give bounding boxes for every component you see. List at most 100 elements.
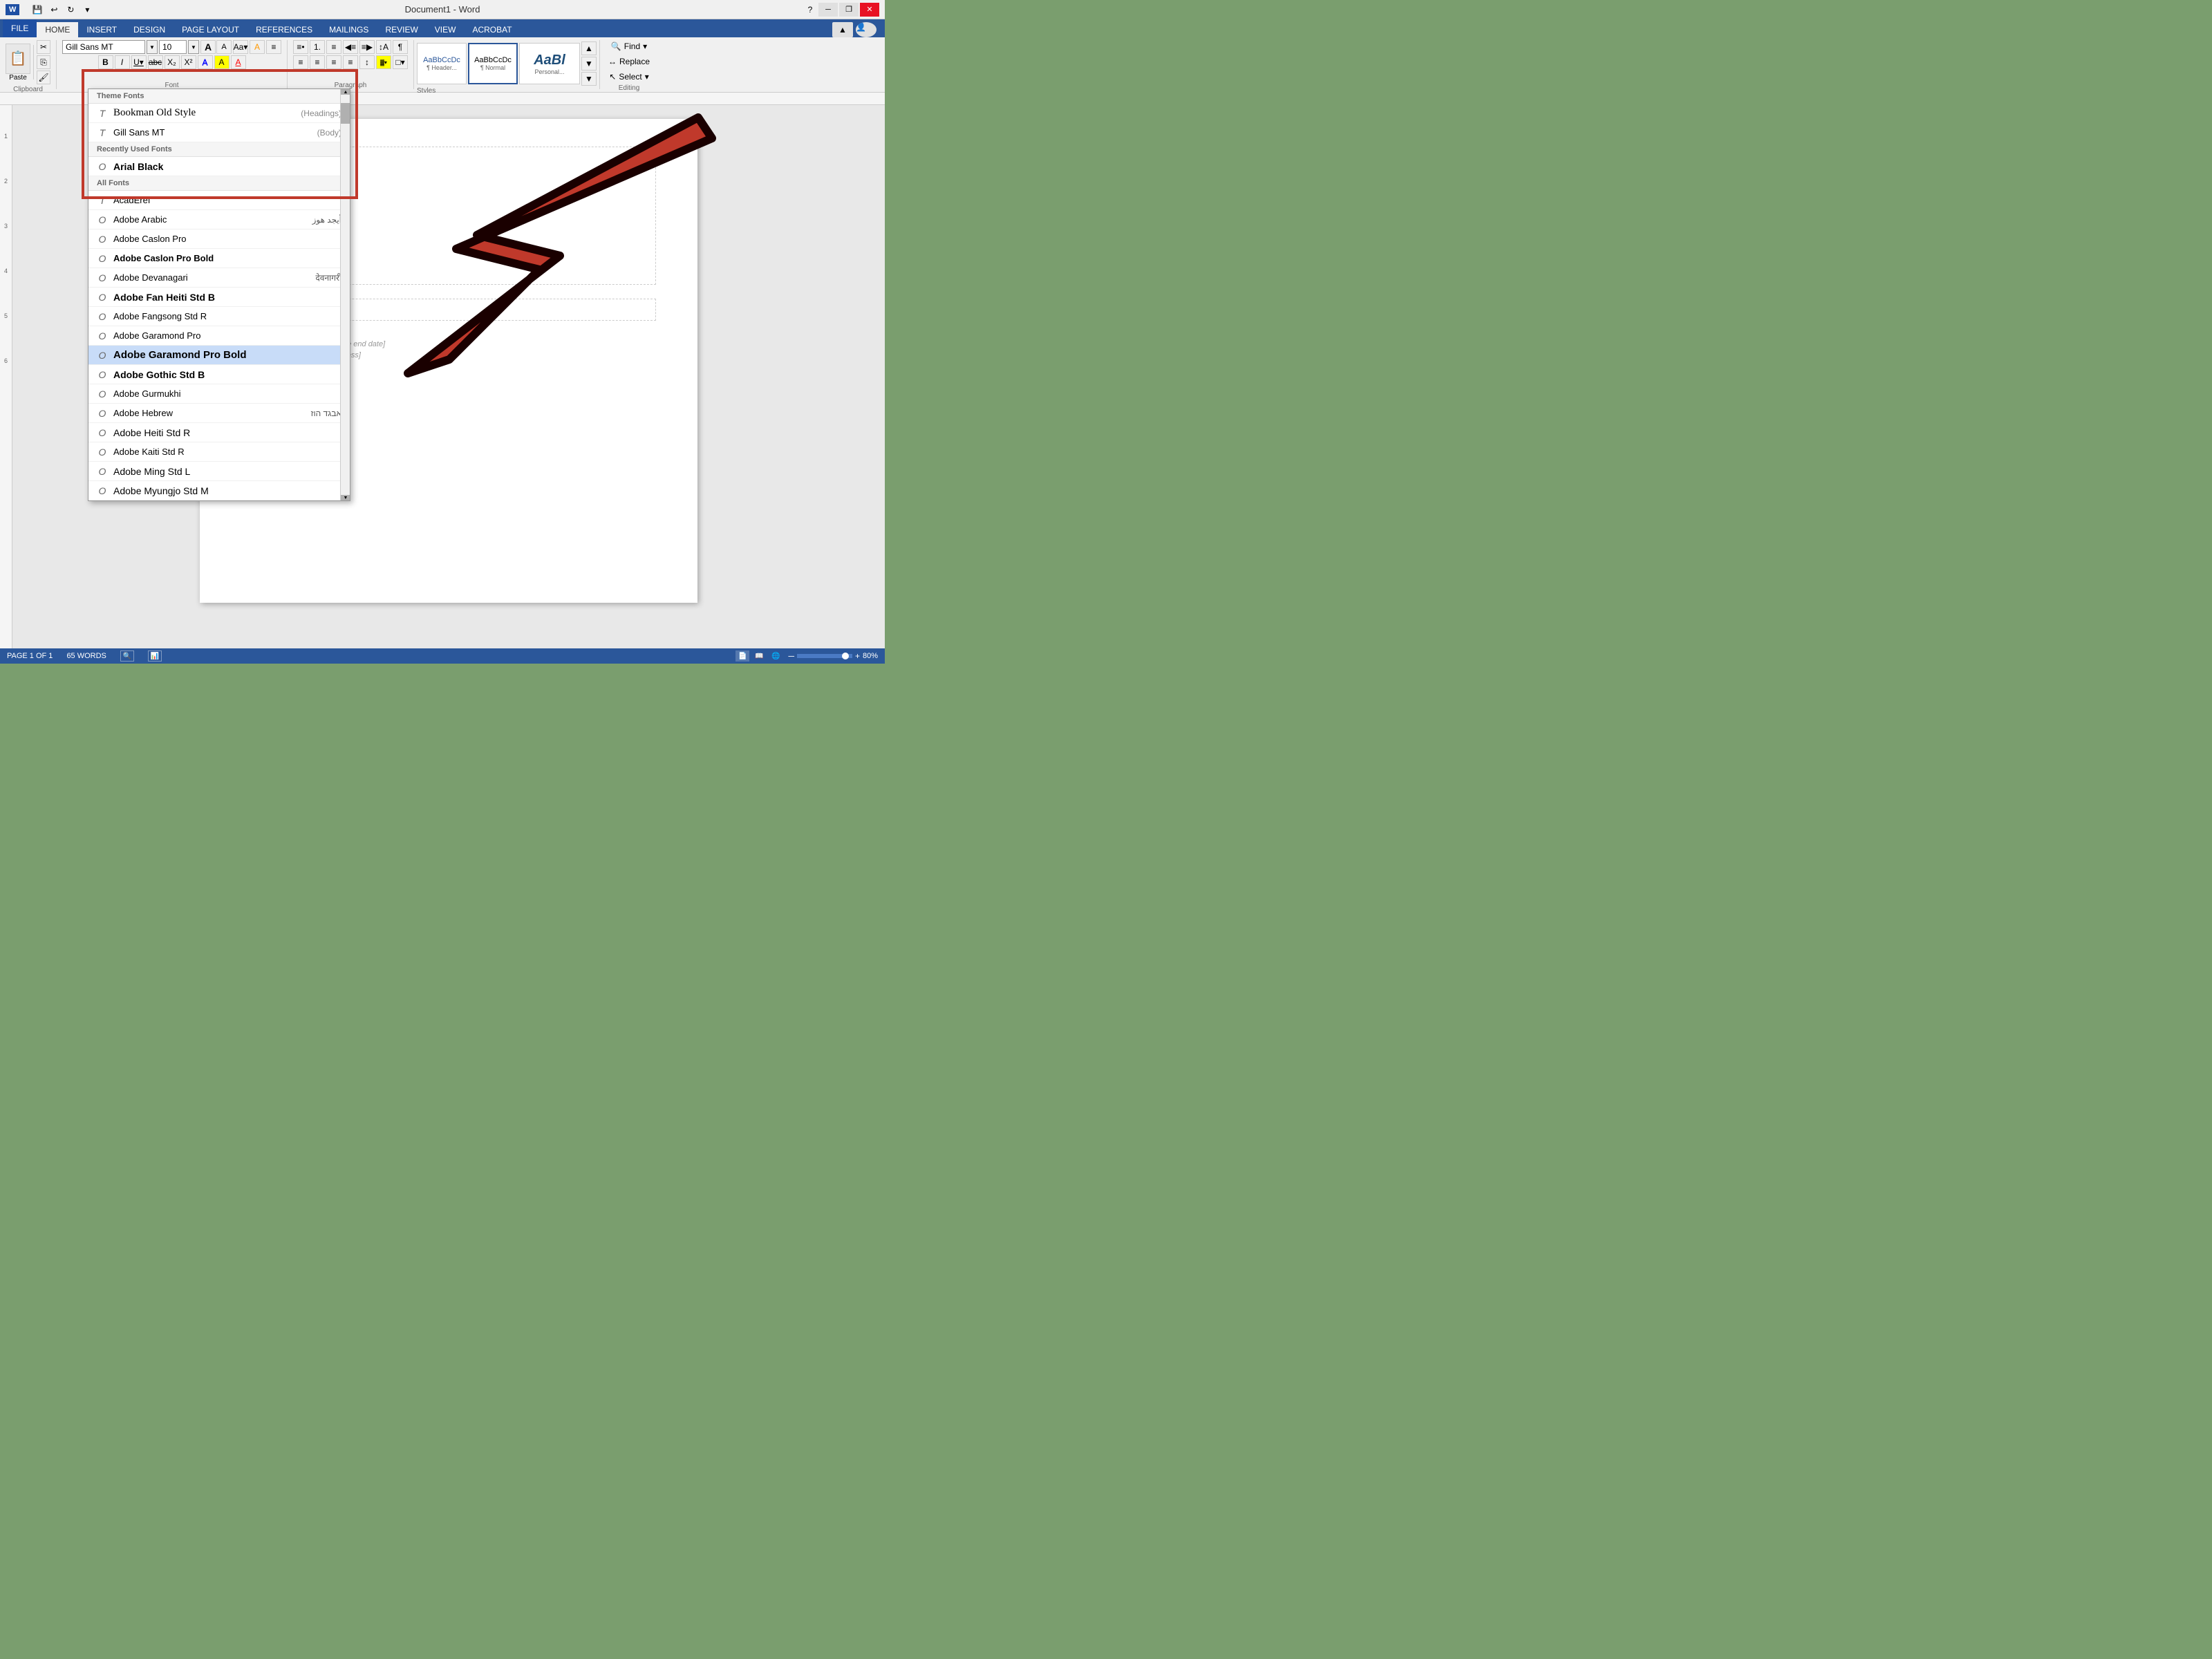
paste-button[interactable]: 📋 Paste bbox=[6, 44, 30, 82]
user-avatar[interactable]: 👤 bbox=[856, 22, 877, 37]
center-button[interactable]: ≡ bbox=[310, 55, 325, 69]
show-marks-button[interactable]: ¶ bbox=[393, 40, 408, 54]
multilevel-list-button[interactable]: ≡ bbox=[326, 40, 341, 54]
borders-button[interactable]: □▾ bbox=[393, 55, 408, 69]
font-item-adobe-caslon[interactable]: O Adobe Caslon Pro bbox=[88, 229, 350, 249]
zoom-slider[interactable] bbox=[797, 654, 852, 658]
cut-button[interactable]: ✂ bbox=[37, 40, 50, 54]
replace-button[interactable]: ↔ Replace bbox=[606, 55, 653, 68]
dropdown-scrollbar[interactable]: ▲ ▼ bbox=[340, 89, 350, 500]
text-highlight-button[interactable]: A bbox=[214, 55, 229, 69]
tab-design[interactable]: DESIGN bbox=[125, 22, 174, 37]
italic-button[interactable]: I bbox=[115, 55, 130, 69]
font-item-adobe-garamond-bold[interactable]: O Adobe Garamond Pro Bold bbox=[88, 346, 350, 365]
undo-button[interactable]: ↩ bbox=[47, 3, 61, 17]
font-item-arial-black[interactable]: O Arial Black bbox=[88, 157, 350, 176]
styles-scroll-down[interactable]: ▼ bbox=[581, 57, 597, 71]
font-item-adobe-garamond[interactable]: O Adobe Garamond Pro bbox=[88, 326, 350, 346]
word-count-button[interactable]: 📊 bbox=[148, 650, 162, 662]
styles-scroll-up[interactable]: ▲ bbox=[581, 41, 597, 55]
font-item-adobe-devanagari[interactable]: O Adobe Devanagari देवनागरी bbox=[88, 268, 350, 288]
tab-review[interactable]: REVIEW bbox=[377, 22, 426, 37]
zoom-in-button[interactable]: + bbox=[855, 651, 860, 661]
tab-insert[interactable]: INSERT bbox=[78, 22, 125, 37]
web-layout-button[interactable]: 🌐 bbox=[769, 650, 782, 662]
save-button[interactable]: 💾 bbox=[30, 3, 44, 17]
zoom-out-button[interactable]: ─ bbox=[788, 651, 794, 661]
help-button[interactable]: ? bbox=[803, 3, 817, 17]
strikethrough-button[interactable]: abc bbox=[148, 55, 163, 69]
select-icon: ↖ bbox=[609, 72, 616, 82]
font-item-adobe-fangsong[interactable]: O Adobe Fangsong Std R bbox=[88, 307, 350, 326]
subscript-button[interactable]: X₂ bbox=[165, 55, 180, 69]
tab-page-layout[interactable]: PAGE LAYOUT bbox=[174, 22, 247, 37]
ribbon-collapse-button[interactable]: ▲ bbox=[832, 22, 853, 37]
tab-view[interactable]: VIEW bbox=[427, 22, 465, 37]
bold-button[interactable]: B bbox=[98, 55, 113, 69]
tab-file[interactable]: FILE bbox=[3, 19, 37, 37]
minimize-button[interactable]: ─ bbox=[818, 3, 838, 17]
font-item-adobe-ming[interactable]: O Adobe Ming Std L bbox=[88, 462, 350, 481]
side-ruler: 123456 bbox=[0, 105, 12, 648]
font-color-button[interactable]: A bbox=[231, 55, 246, 69]
bullet-list-button[interactable]: ≡• bbox=[293, 40, 308, 54]
justify-button[interactable]: ≡ bbox=[343, 55, 358, 69]
font-item-adobe-gothic[interactable]: O Adobe Gothic Std B bbox=[88, 365, 350, 384]
shading-button[interactable]: ▓▾ bbox=[376, 55, 391, 69]
font-item-bookman[interactable]: T Bookman Old Style (Headings) bbox=[88, 104, 350, 123]
numbered-list-button[interactable]: 1. bbox=[310, 40, 325, 54]
line-spacing-button[interactable]: ↕ bbox=[359, 55, 375, 69]
name-adobe-kaiti: Adobe Kaiti Std R bbox=[113, 447, 341, 457]
align-left-button[interactable]: ≡ bbox=[293, 55, 308, 69]
style-header-box[interactable]: AaBbCcDc ¶ Header... bbox=[417, 43, 467, 84]
decrease-indent-button[interactable]: ◀≡ bbox=[343, 40, 358, 54]
redo-button[interactable]: ↻ bbox=[64, 3, 77, 17]
font-name-dropdown[interactable]: ▼ bbox=[147, 40, 158, 54]
font-size-input[interactable] bbox=[159, 40, 187, 54]
font-item-adobe-gurmukhi[interactable]: O Adobe Gurmukhi bbox=[88, 384, 350, 404]
find-button[interactable]: 🔍 Find ▾ bbox=[608, 40, 650, 53]
font-item-adobe-caslon-bold[interactable]: O Adobe Caslon Pro Bold bbox=[88, 249, 350, 268]
tab-acrobat[interactable]: ACROBAT bbox=[464, 22, 520, 37]
font-item-adobe-myungjo[interactable]: O Adobe Myungjo Std M bbox=[88, 481, 350, 500]
font-item-adobe-arabic[interactable]: O Adobe Arabic أيجد هوز bbox=[88, 210, 350, 229]
font-item-adobe-heiti[interactable]: O Adobe Heiti Std R bbox=[88, 423, 350, 442]
copy-button[interactable]: ⎘ bbox=[37, 55, 50, 69]
underline-button[interactable]: U▾ bbox=[131, 55, 147, 69]
scroll-down-btn[interactable]: ▼ bbox=[341, 495, 350, 500]
font-item-acadef[interactable]: T AcadEref bbox=[88, 191, 350, 210]
font-item-adobe-hebrew[interactable]: O Adobe Hebrew אבגד הוז bbox=[88, 404, 350, 423]
styles-more[interactable]: ▼ bbox=[581, 72, 597, 86]
increase-indent-button[interactable]: ≡▶ bbox=[359, 40, 375, 54]
align-right-button[interactable]: ≡ bbox=[326, 55, 341, 69]
font-list-scroll[interactable]: T AcadEref O Adobe Arabic أيجد هوز O Ado… bbox=[88, 191, 350, 500]
sort-button[interactable]: ↕A bbox=[376, 40, 391, 54]
clear-formatting-button[interactable]: A bbox=[250, 40, 265, 54]
close-button[interactable]: ✕ bbox=[860, 3, 879, 17]
print-layout-button[interactable]: 📄 bbox=[735, 650, 749, 662]
font-item-adobe-fan-heiti[interactable]: O Adobe Fan Heiti Std B bbox=[88, 288, 350, 307]
superscript-button[interactable]: X² bbox=[181, 55, 196, 69]
format-painter-button[interactable]: 🖌 bbox=[37, 71, 50, 84]
shrink-font-button[interactable]: A bbox=[216, 40, 232, 54]
tab-mailings[interactable]: MAILINGS bbox=[321, 22, 377, 37]
style-personal-box[interactable]: AaBl Personal... bbox=[519, 43, 580, 84]
style-normal-box[interactable]: AaBbCcDc ¶ Normal bbox=[468, 43, 518, 84]
font-size-dropdown[interactable]: ▼ bbox=[188, 40, 199, 54]
full-reading-button[interactable]: 📖 bbox=[752, 650, 766, 662]
proofing-button[interactable]: 🔍 bbox=[120, 650, 134, 662]
clipboard-group: 📋 Paste ✂ ⎘ 🖌 Clipboard bbox=[0, 40, 57, 89]
tab-home[interactable]: HOME bbox=[37, 22, 78, 37]
format-list-button[interactable]: ≡ bbox=[266, 40, 281, 54]
grow-font-button[interactable]: A bbox=[200, 40, 216, 54]
font-name-input[interactable] bbox=[62, 40, 145, 54]
tab-references[interactable]: REFERENCES bbox=[247, 22, 321, 37]
text-effects-button[interactable]: A bbox=[198, 55, 213, 69]
restore-button[interactable]: ❐ bbox=[839, 3, 859, 17]
customize-button[interactable]: ▾ bbox=[80, 3, 94, 17]
change-case-button[interactable]: Aa▾ bbox=[233, 40, 248, 54]
font-item-adobe-kaiti[interactable]: O Adobe Kaiti Std R bbox=[88, 442, 350, 462]
font-item-gillsans[interactable]: T Gill Sans MT (Body) bbox=[88, 123, 350, 142]
select-button[interactable]: ↖ Select ▾ bbox=[606, 71, 651, 83]
scroll-up-btn[interactable]: ▲ bbox=[341, 89, 350, 95]
